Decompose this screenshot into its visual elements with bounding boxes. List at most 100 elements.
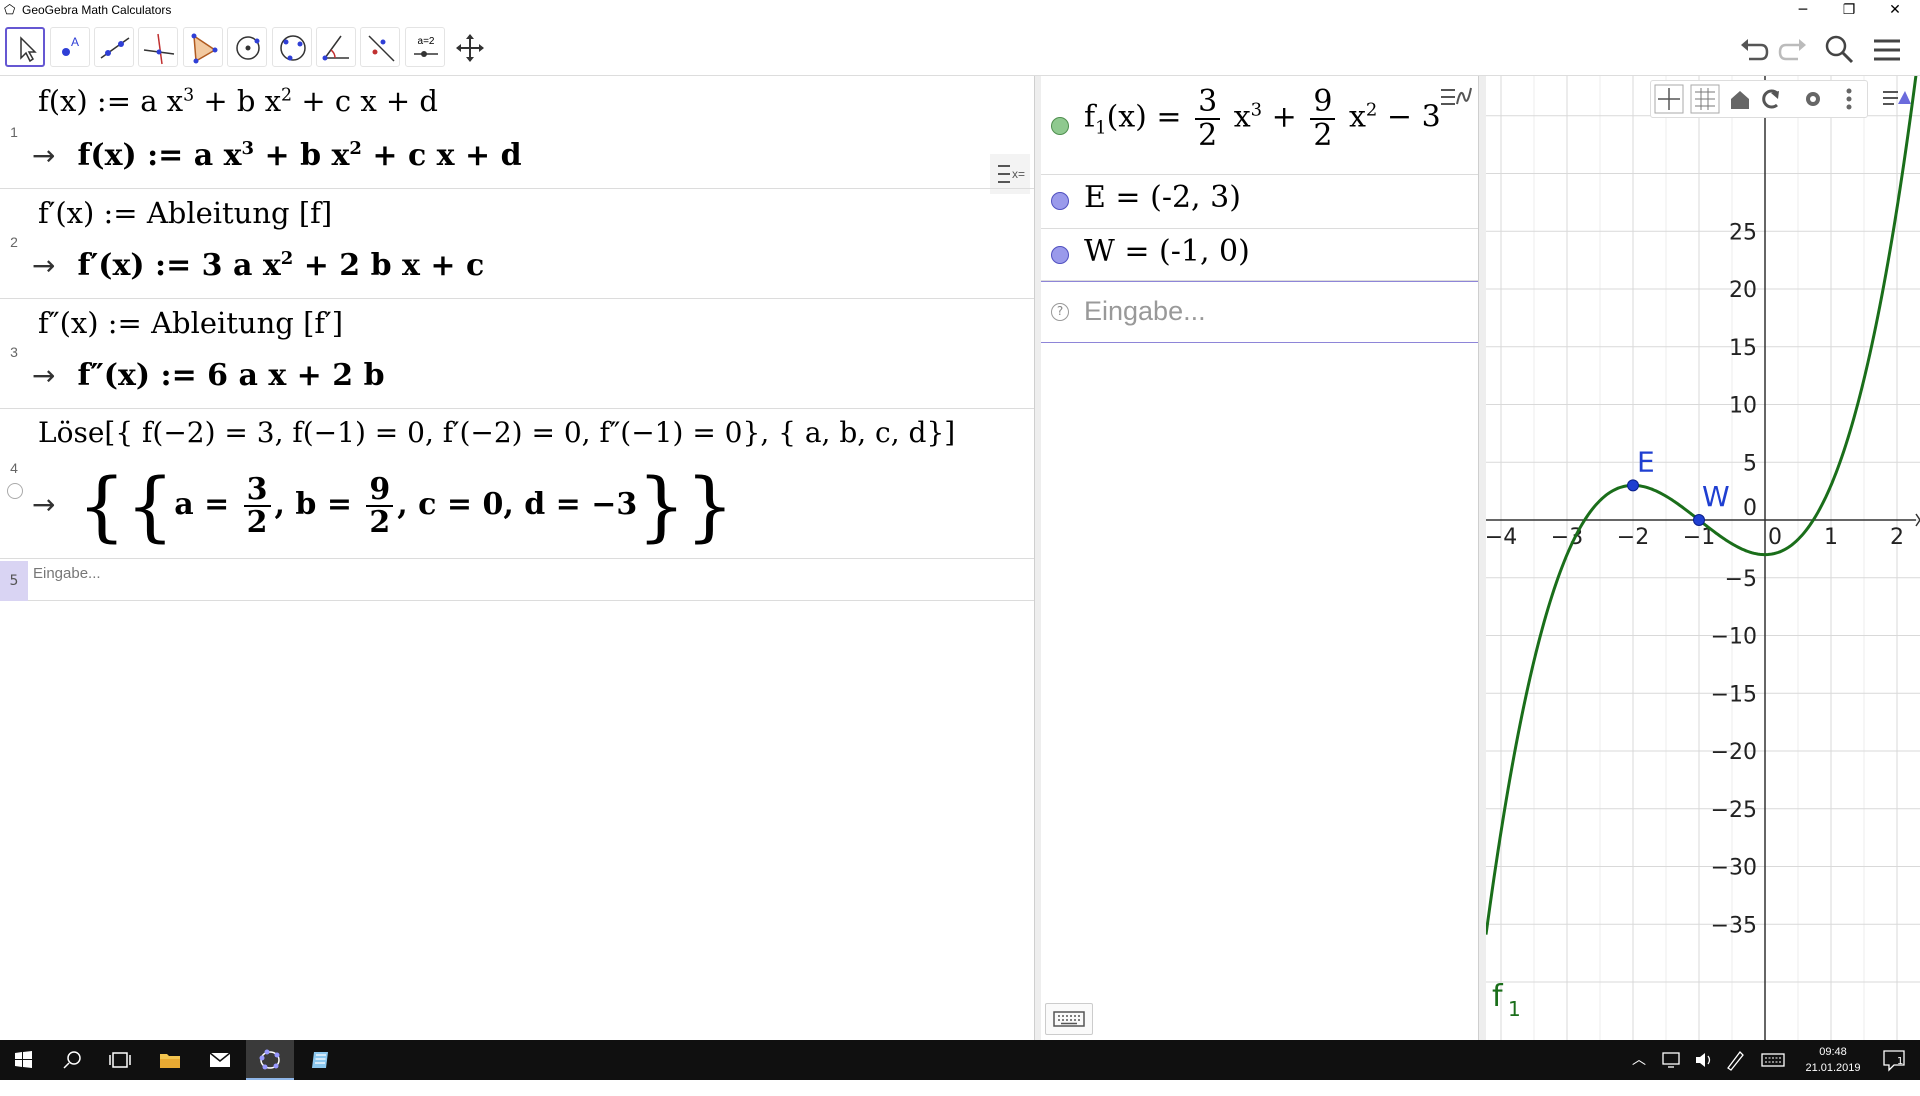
cas-row-2[interactable]: 2 f′(x) := Ableitung [f] → f′(x) := 3 a x… [0,188,1034,299]
notification-center-button[interactable]: 1 [1874,1040,1914,1080]
maximize-button[interactable]: ❐ [1826,0,1872,22]
graphics-menu-button[interactable] [1880,82,1914,112]
row-number: 2 [10,234,18,250]
y-tick-label: 10 [1729,394,1757,419]
task-view-icon [109,1052,131,1068]
y-tick-label: −20 [1711,740,1757,765]
y-tick-label: −15 [1711,682,1757,707]
toolbar: A a=2 [0,22,1920,76]
y-tick-label: −30 [1711,856,1757,881]
clock[interactable]: 09:48 21.01.2019 [1800,1044,1866,1076]
redo-button[interactable] [1776,32,1810,66]
angle-icon [322,35,349,61]
y-tick-label: −10 [1711,625,1757,650]
ellipse-icon [280,35,306,61]
visibility-toggle-icon[interactable] [1051,246,1069,264]
slider-track-icon [414,51,438,57]
circle-tool[interactable] [227,27,267,67]
line-tool[interactable] [94,27,134,67]
close-button[interactable]: ✕ [1872,0,1918,22]
folder-icon [160,1054,180,1068]
keyboard-button[interactable] [1045,1003,1093,1035]
geogebra-logo-icon [259,1049,280,1070]
algebra-input-row[interactable]: ? Eingabe... [1041,281,1478,343]
keyboard-tray-icon[interactable] [1756,1040,1790,1080]
algebra-input[interactable]: Eingabe... [1084,296,1206,327]
pen-icon[interactable] [1720,1040,1750,1080]
geogebra-taskbar-button[interactable] [246,1040,294,1080]
ellipse-tool[interactable] [272,27,312,67]
derivative-command: Ableitung [151,306,294,340]
polygon-tool[interactable] [183,27,223,67]
style-bar-icons [1654,84,1852,114]
tray-overflow-icon[interactable]: ︿ [1626,1040,1652,1080]
network-icon[interactable] [1656,1040,1686,1080]
algebra-menu-button[interactable] [1437,80,1475,114]
visibility-toggle-icon[interactable] [1051,192,1069,210]
row-radio-icon[interactable] [7,483,23,499]
cas-row-3[interactable]: 3 f″(x) := Ableitung [f′] → f″(x) := 6 a … [0,298,1034,409]
graphics-view[interactable]: −4 −3 −2 −1 0 1 2 25 20 15 10 5 0 −5 −10 −15 −20 −25 −30 −3… [1486,76,1920,1040]
volume-icon[interactable] [1688,1040,1718,1080]
cas-row-5[interactable] [0,558,1034,601]
help-icon[interactable]: ? [1051,303,1069,321]
row-number: 4 [10,460,18,476]
reflect-tool[interactable] [360,27,400,67]
cas-input-3[interactable]: f″(x) := Ableitung [f′] [38,306,343,340]
cas-view: x= 1 f(x) := a x3 + b x2 + c x + d → f(x)… [0,76,1034,1040]
minimize-button[interactable]: ─ [1780,0,1826,22]
search-button[interactable] [1822,32,1856,66]
cas-row-4[interactable]: 4 Löse[{ f(−2) = 3, f(−1) = 0, f′(−2) = … [0,408,1034,559]
y-tick-label: 25 [1729,220,1757,245]
cas-row-1[interactable]: 1 f(x) := a x3 + b x2 + c x + d → f(x) :=… [0,76,1034,189]
view-splitter[interactable] [1034,76,1041,1040]
title-bar: ⬠ GeoGebra Math Calculators ─ ❐ ✕ [0,0,1920,22]
clock-date: 21.01.2019 [1805,1062,1861,1074]
angle-tool[interactable] [316,27,356,67]
redo-icon [1778,39,1806,61]
cas-input-1[interactable]: f(x) := a x3 + b x2 + c x + d [38,84,438,118]
move-tool[interactable] [5,27,45,67]
point-tool[interactable]: A [50,27,90,67]
search-taskbar-button[interactable] [48,1040,96,1080]
perpendicular-line-tool[interactable] [138,27,178,67]
fraction: 32 [243,473,271,539]
windows-logo-icon [15,1051,32,1068]
mail-button[interactable] [196,1040,244,1080]
slider-tool[interactable]: a=2 [405,27,445,67]
search-icon [1825,35,1854,64]
x-tick-label: 2 [1890,525,1904,550]
x-tick-label: 0 [1768,525,1782,550]
cas-input-field[interactable]: Eingabe... [33,565,101,582]
polygon-icon [191,33,218,64]
taskbar: ︿ 09:48 21.01.2019 1 [0,1040,1920,1080]
cas-input-4[interactable]: Löse[{ f(−2) = 3, f(−1) = 0, f′(−2) = 0,… [38,416,955,449]
algebra-item-f1[interactable]: f1(x) = 32 x3 + 92 x2 − 3 [1041,76,1478,175]
y-tick-label: −5 [1725,567,1757,592]
main-menu-button[interactable] [1870,32,1904,66]
algebra-point-E[interactable]: E = (-2, 3) [1084,180,1241,215]
function-label-subscript: 1 [1508,997,1521,1021]
task-view-button[interactable] [96,1040,144,1080]
point-icon: A [62,35,79,56]
graphics-canvas[interactable]: −4 −3 −2 −1 0 1 22520151050−5−10−15−20−25−30−3… [1486,76,1920,1040]
notification-icon [1883,1050,1905,1072]
clock-time: 09:48 [1819,1046,1847,1058]
notepad-button[interactable] [296,1040,344,1080]
algebra-item-E[interactable]: E = (-2, 3) [1041,174,1478,229]
graphics-style-bar [1650,80,1868,118]
cas-input-2[interactable]: f′(x) := Ableitung [f] [38,196,332,230]
svg-text:A: A [71,35,79,49]
visibility-toggle-icon[interactable] [1051,117,1069,135]
undo-button[interactable] [1737,32,1771,66]
algebra-item-W[interactable]: W = (-1, 0) [1041,228,1478,281]
file-explorer-button[interactable] [146,1040,194,1080]
search-icon [63,1051,81,1069]
algebra-point-W[interactable]: W = (-1, 0) [1084,234,1250,269]
row-number: 1 [10,124,18,140]
y-tick-label: −25 [1711,798,1757,823]
algebra-function-f1[interactable]: f1(x) = 32 x3 + 92 x2 − 3 [1084,86,1441,151]
move-graphics-tool[interactable] [449,27,489,67]
start-button[interactable] [0,1040,48,1080]
y-tick-label: 15 [1729,336,1757,361]
